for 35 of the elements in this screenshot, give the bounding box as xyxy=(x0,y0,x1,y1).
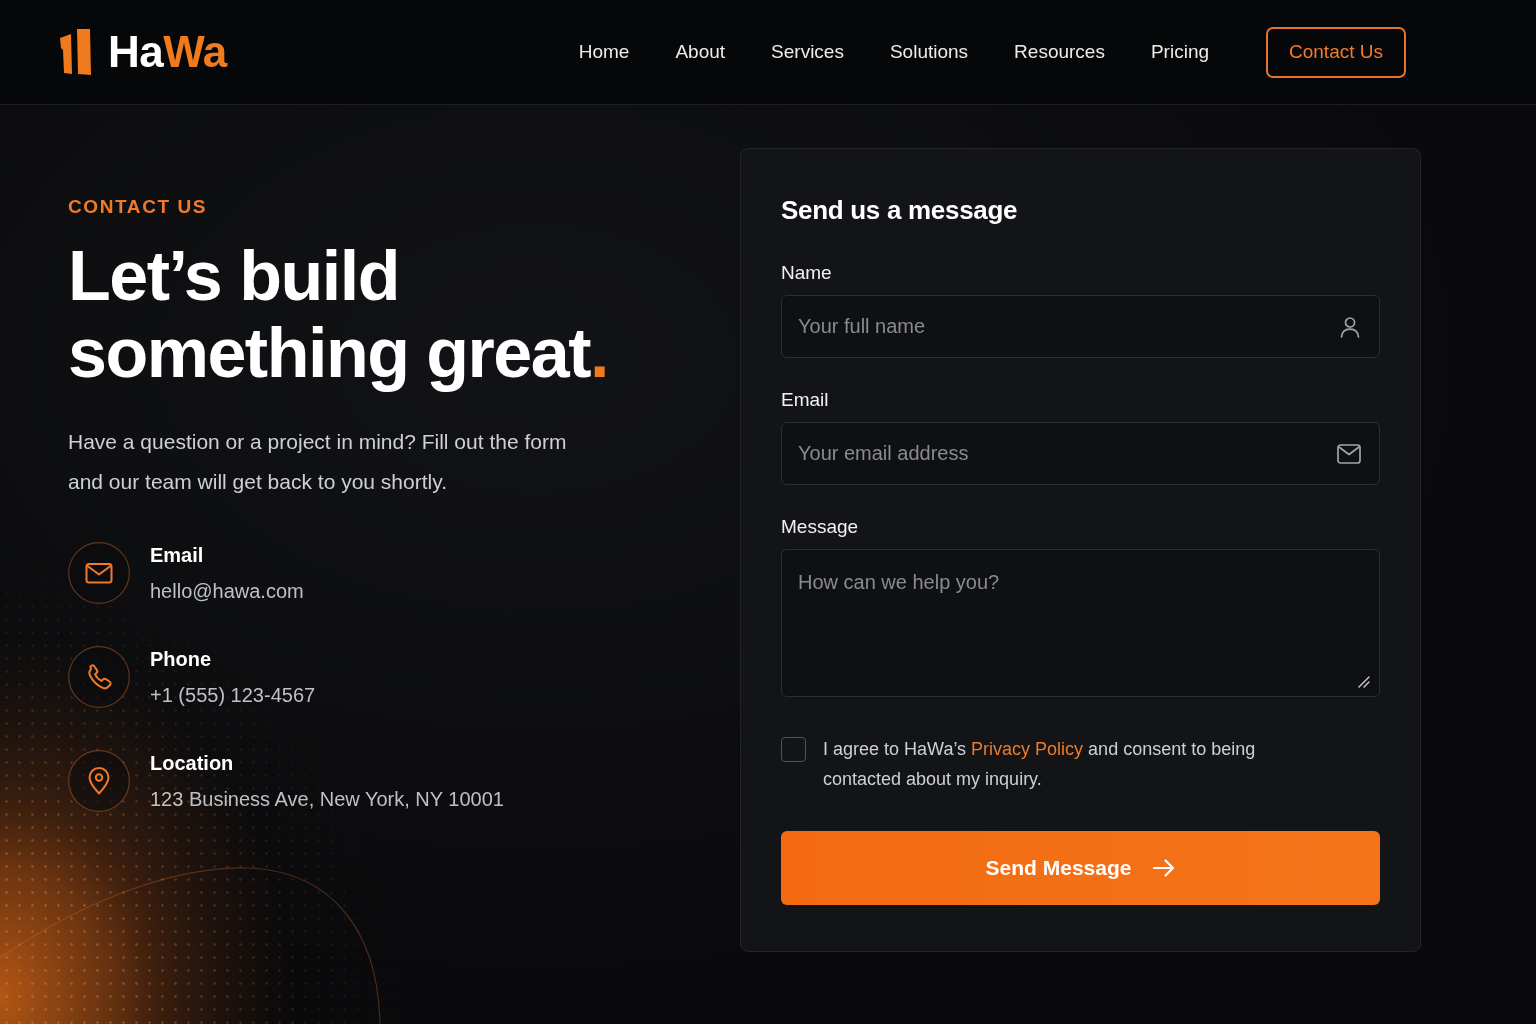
contact-value: hello@hawa.com xyxy=(150,579,304,604)
contact-value: +1 (555) 123-4567 xyxy=(150,683,316,708)
name-field[interactable]: Your full name xyxy=(781,295,1380,358)
privacy-policy-link[interactable]: Privacy Policy xyxy=(971,739,1084,759)
field-label: Message xyxy=(781,515,859,539)
email-field[interactable]: Your email address xyxy=(781,422,1380,485)
resize-grip-icon xyxy=(1358,676,1370,688)
phone-icon xyxy=(68,646,130,708)
form-title: Send us a message xyxy=(781,194,1018,227)
arrow-right-icon xyxy=(1153,859,1176,877)
mail-icon xyxy=(1337,443,1361,464)
message-field[interactable]: How can we help you? xyxy=(781,549,1380,697)
page-heading: Let’s build something great. xyxy=(68,238,609,392)
contact-value: 123 Business Ave, New York, NY 10001 xyxy=(150,787,504,812)
section-eyebrow: CONTACT US xyxy=(68,196,208,218)
nav-link[interactable]: Pricing xyxy=(1150,41,1209,63)
contact-label: Phone xyxy=(150,647,212,672)
contact-label: Location xyxy=(150,751,234,776)
nav-link[interactable]: Solutions xyxy=(889,41,969,63)
nav-link[interactable]: Resources xyxy=(1014,41,1105,63)
nav-link[interactable]: About xyxy=(675,41,726,63)
field-label: Name xyxy=(781,261,832,285)
mail-icon xyxy=(68,542,130,604)
nav-link[interactable]: Services xyxy=(771,41,844,63)
consent-checkbox[interactable] xyxy=(781,737,806,762)
field-label: Email xyxy=(781,388,829,412)
consent-text: I agree to HaWa’s Privacy Policy and consent to being contacted about my inquiry. xyxy=(823,738,1257,791)
logo-wordmark: HaWa xyxy=(108,30,227,74)
intro-text: Have a question or a project in mind? Fill out the form and our team will get back to you shortly. xyxy=(68,429,568,495)
contact-label: Email xyxy=(150,543,204,568)
location-pin-icon xyxy=(68,750,130,812)
user-icon xyxy=(1339,315,1361,338)
nav-link[interactable]: Home xyxy=(578,41,630,63)
contact-us-button[interactable]: Contact Us xyxy=(1266,26,1406,78)
logo-icon xyxy=(60,29,94,75)
